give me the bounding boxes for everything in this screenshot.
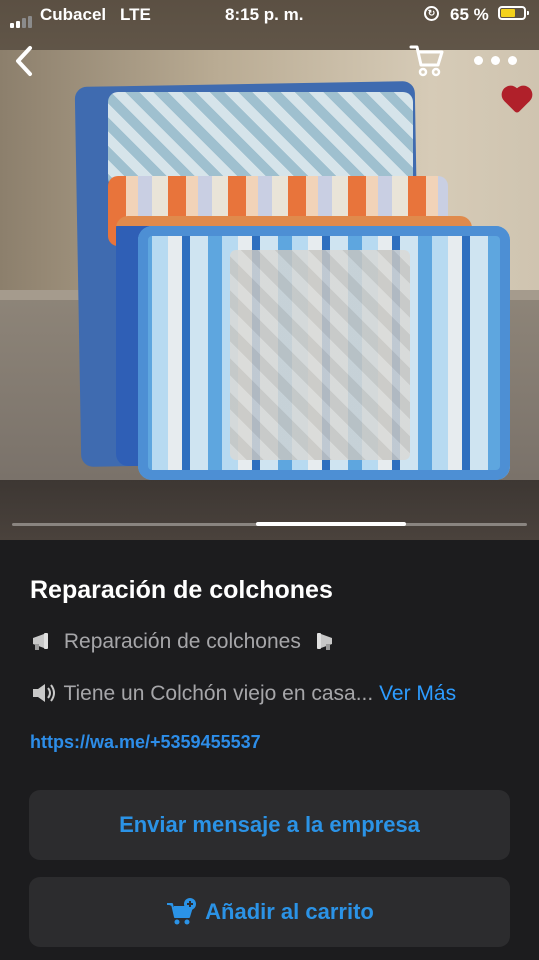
page-title: Reparación de colchones [30,576,333,604]
see-more-link[interactable]: Ver Más [379,682,456,705]
description-line-2-text: Tiene un Colchón viejo en casa... [63,682,374,705]
status-bar: Cubacel LTE 8:15 p. m. ↻ 65 % [0,0,539,30]
battery-icon [498,6,529,20]
description-line-1: Reparación de colchones [30,630,335,654]
add-to-cart-label: Añadir al carrito [205,899,374,924]
description-line-1-text: Reparación de colchones [63,630,301,653]
product-image[interactable] [0,0,539,540]
add-cart-icon [167,898,197,925]
megaphone-icon [316,633,332,650]
mattress-patterned [108,92,413,188]
message-business-button[interactable]: Enviar mensaje a la empresa [29,790,510,860]
photo-bottom-band [0,480,539,540]
gallery-pager[interactable] [12,522,527,526]
speaker-icon [33,684,55,702]
carrier-label: Cubacel [40,5,107,24]
chevron-left-icon[interactable] [10,44,42,78]
more-icon[interactable] [474,50,518,70]
signal-icon [10,8,34,28]
whatsapp-link[interactable]: https://wa.me/+5359455537 [30,732,261,753]
cart-icon[interactable] [408,42,446,78]
orientation-lock-icon: ↻ [424,6,439,21]
description-line-2: Tiene un Colchón viejo en casa... Ver Má… [30,682,456,706]
add-to-cart-button[interactable]: Añadir al carrito [29,877,510,947]
gallery-pager-active [256,522,406,526]
battery-percent: 65 % [450,5,489,24]
clock: 8:15 p. m. [225,5,304,24]
network-label: LTE [120,5,151,24]
megaphone-icon [33,633,48,650]
message-business-label: Enviar mensaje a la empresa [119,812,420,837]
battery-fill [501,9,515,17]
mattress-front-quilted [230,250,410,460]
